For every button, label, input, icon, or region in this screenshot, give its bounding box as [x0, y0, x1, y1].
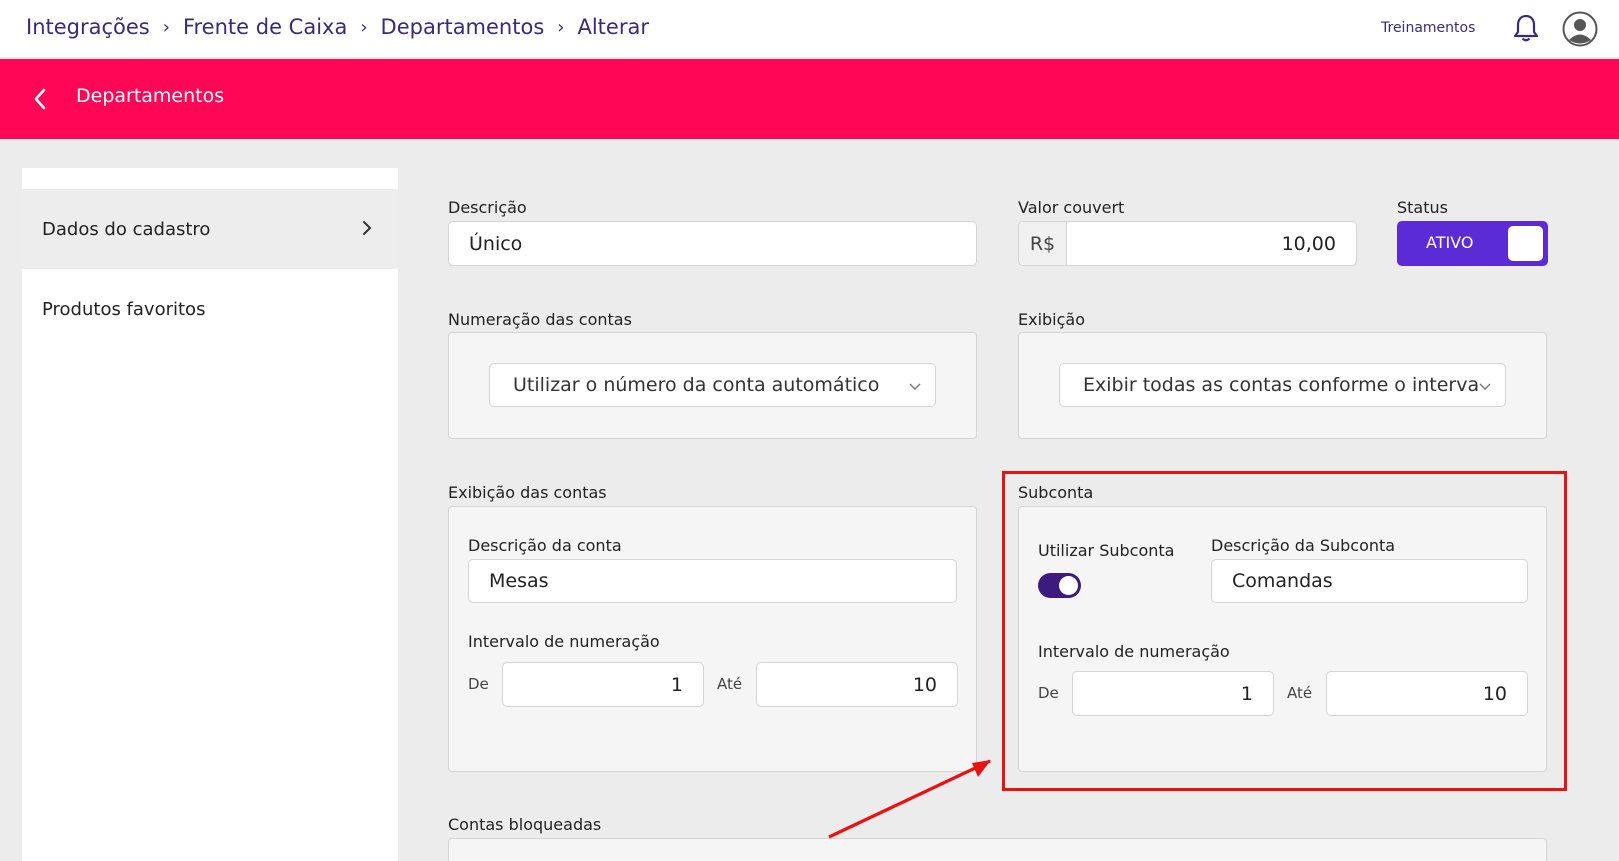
- status-toggle[interactable]: ATIVO: [1397, 221, 1548, 266]
- status-label: Status: [1397, 198, 1448, 217]
- sidebar-item-label: Produtos favoritos: [42, 298, 206, 320]
- intervalo-label: Intervalo de numeração: [468, 632, 660, 651]
- ate-label: Até: [717, 675, 743, 693]
- breadcrumb-frente-de-caixa[interactable]: Frente de Caixa: [183, 15, 347, 39]
- annotation-arrow-icon: [828, 759, 991, 839]
- breadcrumb-departamentos[interactable]: Departamentos: [381, 15, 545, 39]
- currency-prefix: R$: [1019, 222, 1067, 265]
- descricao-conta-input[interactable]: Mesas: [468, 559, 957, 603]
- intervalo-de-input[interactable]: 1: [502, 662, 704, 707]
- exibicao-label: Exibição: [1018, 310, 1086, 329]
- top-bar: Integrações › Frente de Caixa › Departam…: [0, 0, 1619, 58]
- sidebar-item-produtos-favoritos[interactable]: Produtos favoritos: [22, 269, 398, 349]
- de-label: De: [468, 675, 489, 693]
- numeracao-label: Numeração das contas: [448, 310, 632, 329]
- chevron-right-icon: [363, 221, 372, 235]
- chevron-down-icon: [909, 383, 921, 390]
- toggle-knob: [1508, 226, 1543, 261]
- valor-couvert-input[interactable]: R$ 10,00: [1018, 221, 1357, 266]
- breadcrumb: Integrações › Frente de Caixa › Departam…: [26, 15, 649, 39]
- sidebar-item-dados-do-cadastro[interactable]: Dados do cadastro: [22, 189, 398, 269]
- exibicao-contas-label: Exibição das contas: [448, 483, 607, 502]
- numeracao-selected: Utilizar o número da conta automático: [513, 374, 880, 396]
- chevron-down-icon: [1479, 383, 1491, 390]
- exibicao-select[interactable]: Exibir todas as contas conforme o interv…: [1059, 363, 1506, 407]
- avatar[interactable]: [1562, 11, 1598, 47]
- contas-bloqueadas-label: Contas bloqueadas: [448, 815, 602, 834]
- intervalo-ate-input[interactable]: 10: [756, 662, 958, 707]
- valor-couvert-value: 10,00: [1281, 232, 1336, 255]
- descricao-input[interactable]: Único: [448, 221, 977, 266]
- descricao-label: Descrição: [448, 198, 527, 217]
- bell-icon[interactable]: [1512, 13, 1540, 43]
- descricao-conta-label: Descrição da conta: [468, 536, 622, 555]
- breadcrumb-alterar: Alterar: [577, 15, 649, 39]
- page-header: Departamentos: [0, 59, 1619, 139]
- chevron-right-icon: ›: [360, 16, 368, 38]
- contas-bloqueadas-panel: [448, 838, 1547, 861]
- chevron-right-icon: ›: [557, 16, 565, 38]
- back-arrow-icon[interactable]: [30, 85, 50, 113]
- highlight-box: [1002, 471, 1567, 791]
- sidebar: Dados do cadastro Produtos favoritos: [22, 168, 398, 861]
- chevron-right-icon: ›: [162, 16, 170, 38]
- page-title: Departamentos: [76, 85, 225, 107]
- training-link[interactable]: Treinamentos: [1381, 20, 1475, 36]
- valor-couvert-label: Valor couvert: [1018, 198, 1125, 217]
- sidebar-item-label: Dados do cadastro: [42, 218, 211, 240]
- numeracao-select[interactable]: Utilizar o número da conta automático: [489, 363, 936, 407]
- exibicao-selected: Exibir todas as contas conforme o interv…: [1083, 374, 1480, 396]
- breadcrumb-integracoes[interactable]: Integrações: [26, 15, 150, 39]
- status-value: ATIVO: [1426, 233, 1474, 252]
